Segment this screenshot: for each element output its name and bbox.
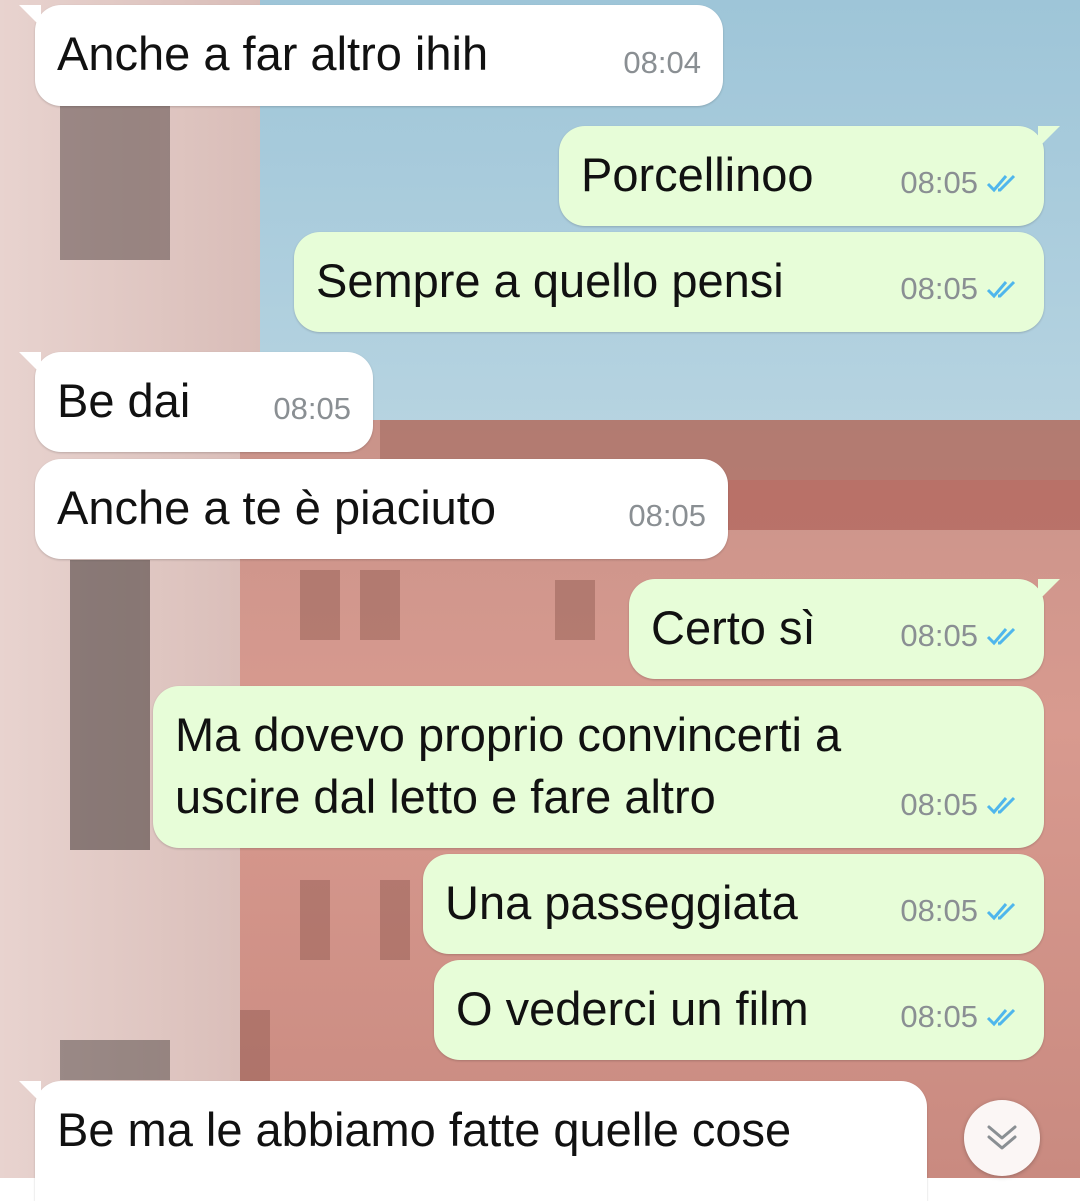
message-time: 08:05 <box>900 271 978 306</box>
message-time: 08:05 <box>900 787 978 822</box>
message-incoming[interactable]: Anche a far altro ihih 08:04 <box>19 5 723 106</box>
message-text: O vederci un film <box>456 982 809 1035</box>
message-outgoing[interactable]: Sempre a quello pensi 08:05 <box>294 232 1044 332</box>
read-ticks-icon <box>986 902 1016 921</box>
read-ticks-icon <box>986 796 1016 815</box>
message-text: Anche a te è piaciuto <box>57 481 496 534</box>
message-time: 08:05 <box>900 893 978 928</box>
double-chevron-down-icon <box>987 1125 1017 1150</box>
message-time: 08:05 <box>628 498 706 533</box>
message-time: 08:05 <box>900 999 978 1034</box>
scroll-to-bottom-button[interactable] <box>964 1100 1040 1176</box>
message-incoming[interactable]: Be dai 08:05 <box>19 352 373 452</box>
message-text: Be dai <box>57 374 191 427</box>
message-incoming[interactable]: Be ma le abbiamo fatte quelle cose <box>19 1081 927 1201</box>
message-text: Porcellinoo <box>581 148 814 201</box>
message-text: Una passeggiata <box>445 876 798 929</box>
message-text: Sempre a quello pensi <box>316 254 784 307</box>
message-text: Certo sì <box>651 601 816 654</box>
message-incoming[interactable]: Anche a te è piaciuto 08:05 <box>35 459 728 559</box>
message-outgoing[interactable]: Certo sì 08:05 <box>629 579 1060 679</box>
read-ticks-icon <box>986 174 1016 193</box>
message-text: Ma dovevo proprio convincerti a uscire d… <box>175 708 842 823</box>
read-ticks-icon <box>986 627 1016 646</box>
message-time: 08:05 <box>273 391 351 426</box>
read-ticks-icon <box>986 1008 1016 1027</box>
message-outgoing[interactable]: Porcellinoo 08:05 <box>559 126 1060 226</box>
message-outgoing[interactable]: Una passeggiata 08:05 <box>423 854 1044 954</box>
message-time: 08:05 <box>900 165 978 200</box>
message-outgoing[interactable]: Ma dovevo proprio convincerti a uscire d… <box>153 686 1044 848</box>
message-outgoing[interactable]: O vederci un film 08:05 <box>434 960 1044 1060</box>
message-time: 08:05 <box>900 618 978 653</box>
chat-messages: Anche a far altro ihih 08:04 Porcellinoo… <box>0 0 1080 1201</box>
read-ticks-icon <box>986 280 1016 299</box>
message-time: 08:04 <box>623 45 701 80</box>
message-text: Be ma le abbiamo fatte quelle cose <box>57 1103 792 1156</box>
message-text: Anche a far altro ihih <box>57 27 489 80</box>
